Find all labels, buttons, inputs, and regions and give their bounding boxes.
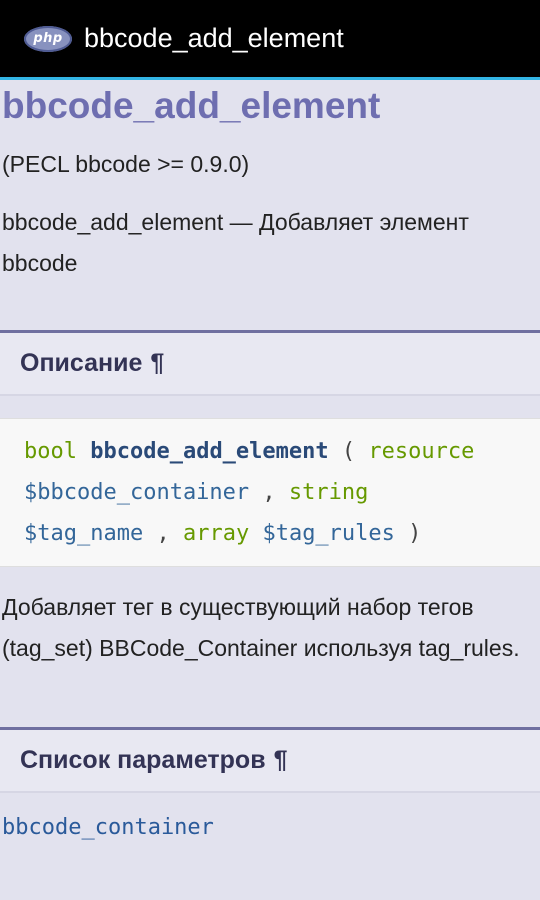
page-content[interactable]: bbcode_add_element (PECL bbcode >= 0.9.0… [0,80,540,900]
param-type-resource[interactable]: resource [368,439,474,464]
version-info: (PECL bbcode >= 0.9.0) [2,151,250,177]
description-text: Добавляет тег в существующий набор тегов… [2,594,520,661]
description-anchor-link[interactable]: ¶ [150,349,164,378]
param-tag-name: $tag_name [24,521,144,546]
ref-purpose: bbcode_add_element — Добавляет элемент b… [2,209,469,276]
app-title: bbcode_add_element [84,23,344,53]
page-title: bbcode_add_element [2,85,381,126]
parameters-title: Список параметров [20,746,266,774]
description-section-header: Описание ¶ [0,330,540,396]
comma: , [156,521,170,546]
comma: , [262,480,276,505]
open-paren: ( [341,439,356,464]
function-name: bbcode_add_element [90,439,329,464]
return-type: bool [24,439,77,464]
method-synopsis: bool bbcode_add_element ( resource $bbco… [0,418,540,567]
parameters-anchor-link[interactable]: ¶ [274,746,288,775]
param-type-array[interactable]: array [183,521,249,546]
close-paren: ) [408,521,422,546]
parameters-section-header: Список параметров ¶ [0,727,540,793]
parameter-term: bbcode_container [2,815,214,840]
php-logo-icon[interactable]: php [24,25,72,52]
description-title: Описание [20,349,143,377]
action-bar: php bbcode_add_element [0,0,540,80]
param-bbcode-container: $bbcode_container [24,480,250,505]
logo-text: php [33,31,63,46]
param-type-string[interactable]: string [289,480,368,505]
param-tag-rules: $tag_rules [262,521,395,546]
